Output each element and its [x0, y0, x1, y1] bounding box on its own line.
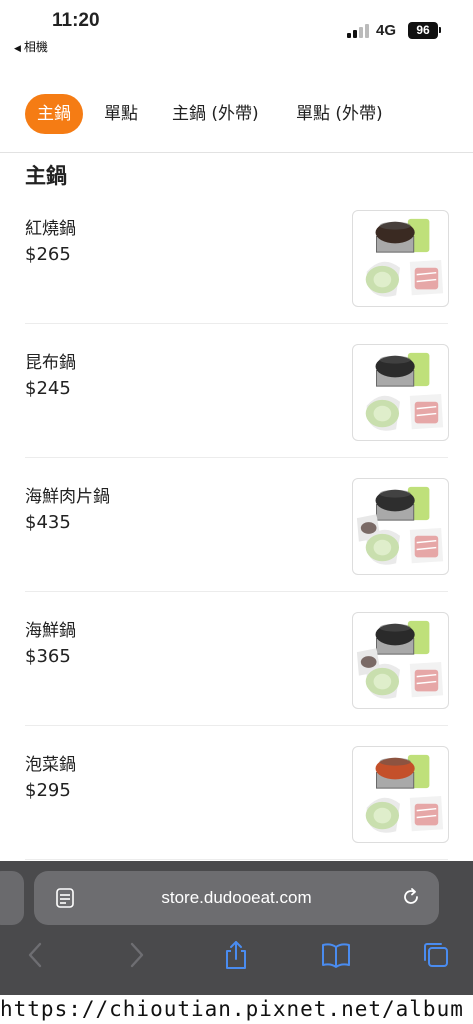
tabs-icon[interactable] [420, 939, 452, 971]
category-tabs: 主鍋 單點 主鍋 (外帶) 單點 (外帶) [0, 94, 473, 134]
forward-arrow-icon[interactable] [120, 939, 152, 971]
item-name: 紅燒鍋 [25, 219, 76, 239]
menu-item[interactable]: 海鮮鍋 $365 [0, 592, 473, 726]
status-time: 11:20 [52, 10, 100, 31]
item-divider [25, 859, 448, 860]
hotpot-set-illustration [356, 620, 444, 699]
tabs-divider [0, 152, 473, 153]
item-price: $295 [25, 780, 71, 801]
hotpot-set-illustration [356, 486, 444, 565]
tab-a-la-carte-takeout[interactable]: 單點 (外帶) [296, 94, 383, 134]
watermark-text: https://chioutian.pixnet.net/album [0, 997, 464, 1021]
item-photo[interactable] [352, 210, 449, 307]
hotpot-set-illustration [365, 352, 444, 431]
item-price: $365 [25, 646, 71, 667]
item-photo[interactable] [352, 344, 449, 441]
item-photo[interactable] [352, 746, 449, 843]
browser-nav-row [0, 939, 473, 979]
network-type: 4G [376, 22, 397, 39]
back-triangle-icon: ◀ [14, 44, 21, 54]
signal-icon [347, 24, 369, 38]
item-price: $245 [25, 378, 71, 399]
tab-a-la-carte[interactable]: 單點 [104, 94, 138, 134]
hotpot-set-illustration [365, 754, 444, 833]
item-name: 海鮮肉片鍋 [25, 487, 110, 507]
section-title: 主鍋 [25, 164, 67, 188]
battery-tip [439, 27, 441, 33]
reload-icon[interactable] [400, 886, 422, 908]
tab-main-pot-takeout[interactable]: 主鍋 (外帶) [172, 94, 259, 134]
item-photo[interactable] [352, 612, 449, 709]
menu-item[interactable]: 泡菜鍋 $295 [0, 726, 473, 860]
item-name: 昆布鍋 [25, 353, 76, 373]
watermark-strip: https://chioutian.pixnet.net/album [0, 995, 473, 1024]
back-to-app-link[interactable]: ◀ 相機 [14, 38, 48, 55]
item-name: 泡菜鍋 [25, 755, 76, 775]
menu-item[interactable]: 海鮮肉片鍋 $435 [0, 458, 473, 592]
item-price: $435 [25, 512, 71, 533]
menu-list: 紅燒鍋 $265 昆布鍋 $245 海鮮肉片鍋 $435 海鮮鍋 $365 泡菜… [0, 190, 473, 860]
tab-main-pot[interactable]: 主鍋 [25, 94, 83, 134]
item-price: $265 [25, 244, 71, 265]
back-arrow-icon[interactable] [20, 939, 52, 971]
status-bar: 11:20 ◀ 相機 4G 96 [0, 0, 473, 60]
menu-item[interactable]: 紅燒鍋 $265 [0, 190, 473, 324]
menu-item[interactable]: 昆布鍋 $245 [0, 324, 473, 458]
previous-tab-preview[interactable] [0, 871, 24, 925]
back-app-label: 相機 [23, 40, 48, 54]
battery-icon: 96 [408, 22, 438, 39]
item-name: 海鮮鍋 [25, 621, 76, 641]
item-photo[interactable] [352, 478, 449, 575]
bookmarks-icon[interactable] [320, 939, 352, 971]
address-bar[interactable]: store.dudooeat.com [34, 871, 439, 925]
url-text: store.dudooeat.com [161, 888, 312, 907]
share-icon[interactable] [220, 939, 252, 971]
browser-toolbar: store.dudooeat.com [0, 861, 473, 995]
hotpot-set-illustration [365, 218, 444, 297]
